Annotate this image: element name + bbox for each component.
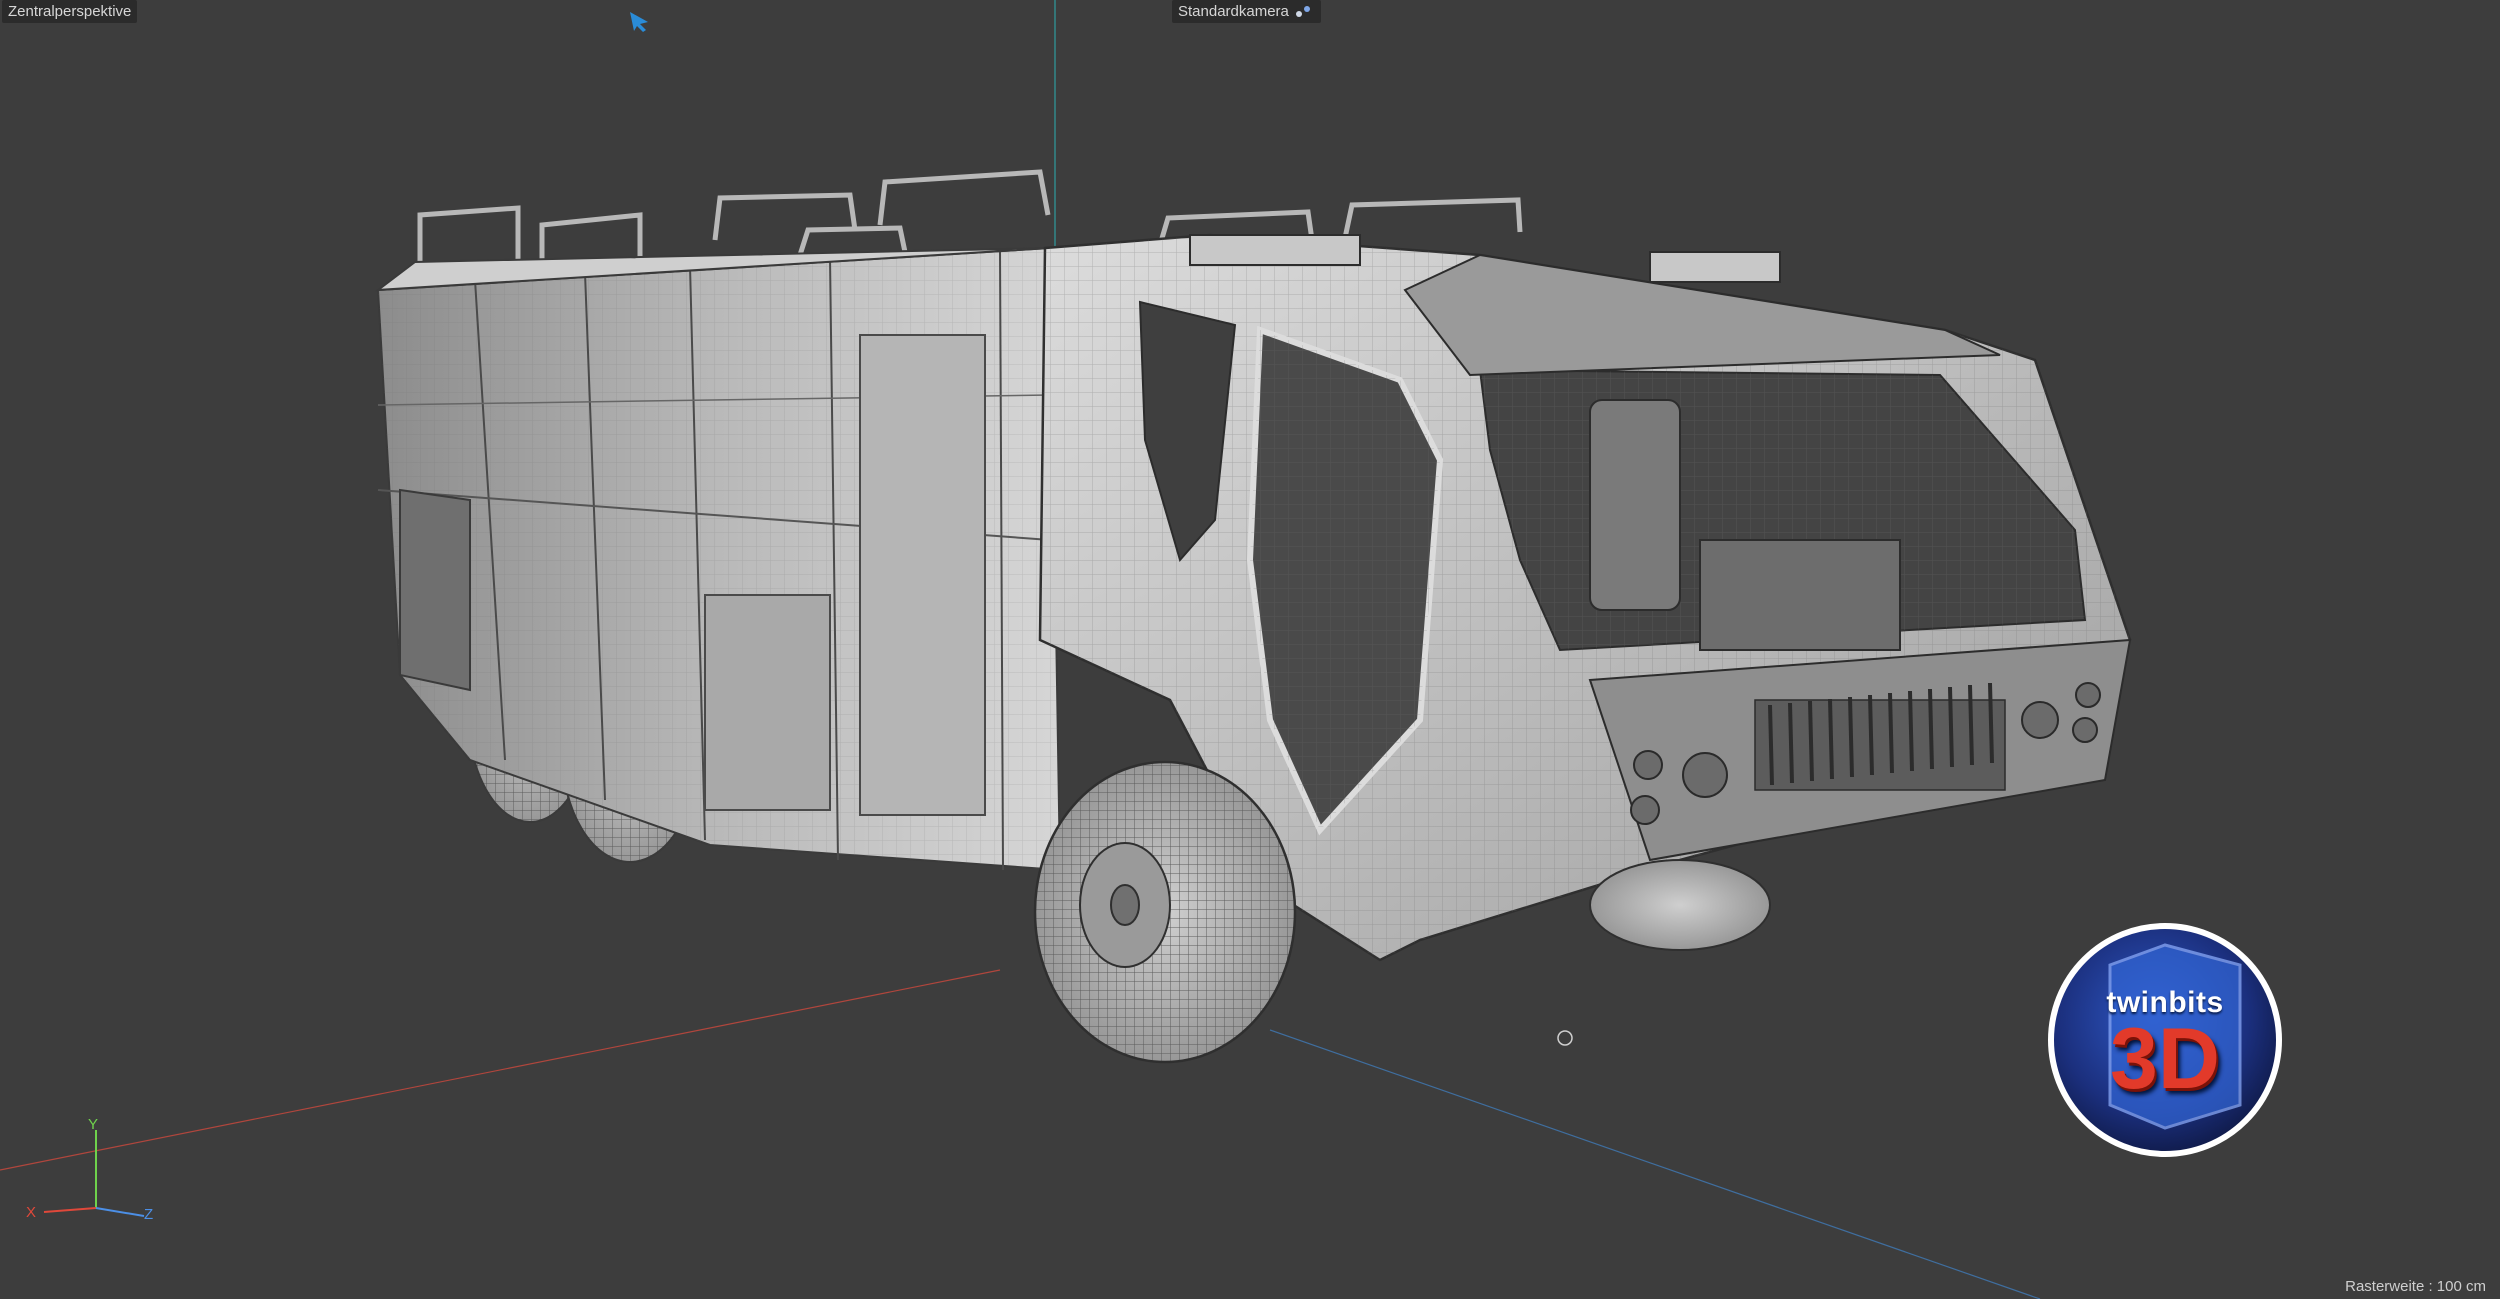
- view-mode-label[interactable]: Zentralperspektive: [2, 0, 138, 23]
- camera-menu[interactable]: Standardkamera: [1172, 0, 1321, 23]
- front-wheel-right: [1589, 859, 1771, 951]
- camera-icon: [1295, 5, 1315, 19]
- axis-gizmo-icon: X Y Z: [14, 1110, 164, 1230]
- cursor-arrow-icon: [630, 12, 648, 32]
- axis-z-label: Z: [144, 1206, 154, 1223]
- axis-y-label: Y: [88, 1116, 99, 1133]
- axis-x-label: X: [26, 1204, 37, 1221]
- front-wheel: [1033, 760, 1297, 1064]
- 3d-viewport[interactable]: Zentralperspektive Standardkamera twinbi…: [0, 0, 2500, 1299]
- camera-label: Standardkamera: [1178, 3, 1289, 20]
- world-z-axis-line: [1269, 1029, 2041, 1299]
- grid-size-label: Rasterweite : 100 cm: [2345, 1278, 2486, 1295]
- logo-3d-text: 3D: [2110, 1011, 2220, 1107]
- pivot-marker: [1557, 1030, 1573, 1046]
- twinbits-logo: twinbits 3D: [2049, 924, 2281, 1156]
